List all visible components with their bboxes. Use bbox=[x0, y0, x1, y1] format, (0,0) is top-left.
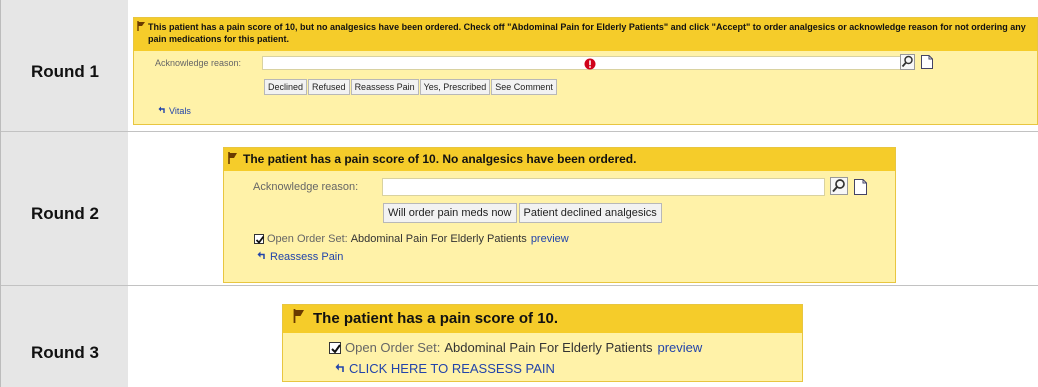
round-2-alert-message: The patient has a pain score of 10. No a… bbox=[243, 152, 637, 166]
reassess-pain-link[interactable]: Reassess Pain bbox=[257, 251, 343, 263]
flag-icon bbox=[137, 21, 146, 31]
round-3-label: Round 3 bbox=[31, 343, 99, 362]
round-1-row: Round 1 This patient has a pain score of… bbox=[1, 0, 1038, 131]
reassess-pain-link[interactable]: CLICK HERE TO REASSESS PAIN bbox=[335, 361, 555, 376]
see-comment-button[interactable]: See Comment bbox=[491, 79, 557, 95]
link-arrow-icon bbox=[158, 106, 166, 116]
reassess-pain-link-text: CLICK HERE TO REASSESS PAIN bbox=[349, 361, 555, 376]
link-arrow-icon bbox=[335, 361, 345, 376]
round-2-alert: The patient has a pain score of 10. No a… bbox=[223, 147, 896, 283]
link-arrow-icon bbox=[257, 251, 266, 263]
reassess-pain-link-text: Reassess Pain bbox=[270, 251, 344, 263]
preview-link[interactable]: preview bbox=[658, 340, 703, 355]
error-icon bbox=[584, 57, 596, 75]
declined-button[interactable]: Declined bbox=[264, 79, 308, 95]
round-3-order-set: Open Order Set: Abdominal Pain For Elder… bbox=[329, 340, 702, 355]
document-icon[interactable] bbox=[921, 55, 933, 74]
round-1-alert: This patient has a pain score of 10, but… bbox=[133, 17, 1038, 125]
vitals-link[interactable]: Vitals bbox=[158, 106, 191, 116]
round-1-reason-field[interactable] bbox=[262, 56, 912, 70]
round-3-alert-header: The patient has a pain score of 10. bbox=[283, 305, 802, 333]
order-set-prefix: Open Order Set: bbox=[345, 340, 441, 355]
order-set-name: Abdominal Pain For Elderly Patients bbox=[444, 340, 653, 355]
round-3-row: Round 3 The patient has a pain score of … bbox=[1, 286, 1038, 387]
round-2-order-set: Open Order Set: Abdominal Pain For Elder… bbox=[254, 233, 569, 245]
magnifier-icon[interactable] bbox=[830, 177, 848, 200]
reassess-pain-button[interactable]: Reassess Pain bbox=[350, 79, 419, 95]
flag-icon bbox=[293, 309, 305, 323]
checkbox-icon[interactable] bbox=[254, 234, 265, 244]
checkbox-icon[interactable] bbox=[329, 341, 341, 354]
refused-button[interactable]: Refused bbox=[308, 79, 350, 95]
round-1-button-row: Declined Refused Reassess Pain Yes, Pres… bbox=[264, 79, 557, 95]
order-set-prefix: Open Order Set: bbox=[267, 233, 348, 245]
round-2-ack-label: Acknowledge reason: bbox=[253, 181, 359, 193]
round-2-button-row: Will order pain meds now Patient decline… bbox=[383, 203, 662, 223]
round-2-alert-header: The patient has a pain score of 10. No a… bbox=[224, 148, 895, 171]
round-2-row: Round 2 The patient has a pain score of … bbox=[1, 132, 1038, 285]
round-2-label: Round 2 bbox=[31, 204, 99, 223]
round-1-alert-message: This patient has a pain score of 10, but… bbox=[148, 22, 1026, 44]
magnifier-icon[interactable] bbox=[900, 54, 915, 75]
round-1-alert-header: This patient has a pain score of 10, but… bbox=[134, 18, 1037, 51]
document-icon[interactable] bbox=[854, 179, 867, 200]
preview-link[interactable]: preview bbox=[531, 233, 569, 245]
will-order-pain-meds-button[interactable]: Will order pain meds now bbox=[383, 203, 517, 223]
round-3-alert-message: The patient has a pain score of 10. bbox=[313, 310, 559, 327]
yes-prescribed-button[interactable]: Yes, Prescribed bbox=[419, 79, 491, 95]
round-2-reason-field[interactable] bbox=[382, 178, 825, 196]
vitals-link-text: Vitals bbox=[169, 106, 191, 116]
round-3-alert: The patient has a pain score of 10. Open… bbox=[282, 304, 803, 382]
screenshot-frame: Round 1 This patient has a pain score of… bbox=[0, 0, 1038, 387]
round-3-label-cell bbox=[1, 286, 128, 387]
patient-declined-analgesics-button[interactable]: Patient declined analgesics bbox=[518, 203, 662, 223]
order-set-name: Abdominal Pain For Elderly Patients bbox=[350, 233, 527, 245]
round-1-label: Round 1 bbox=[31, 62, 99, 81]
flag-icon bbox=[228, 152, 238, 164]
round-1-ack-label: Acknowledge reason: bbox=[155, 58, 242, 68]
